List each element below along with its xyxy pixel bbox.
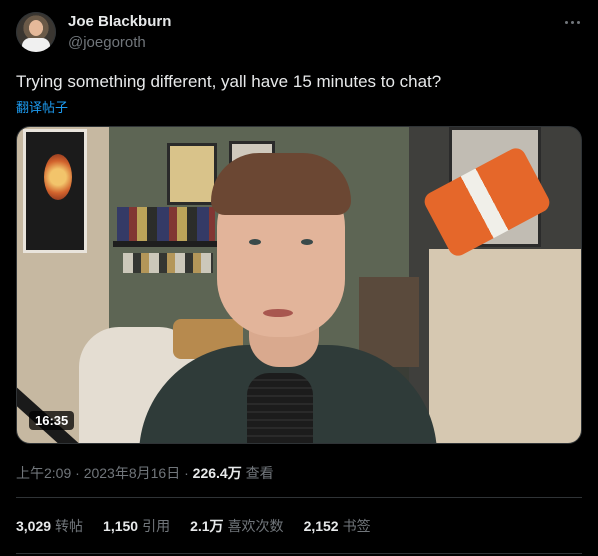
video-thumbnail — [17, 127, 581, 443]
stat-count: 2,152 — [303, 518, 339, 534]
scene-poster — [23, 129, 87, 253]
author-display-name[interactable]: Joe Blackburn — [68, 13, 171, 30]
more-options-button[interactable] — [560, 12, 584, 32]
avatar[interactable] — [16, 12, 56, 52]
engagement-stats: 3,029 转帖 1,150 引用 2.1万 喜欢次数 2,152 书签 — [16, 516, 371, 536]
video-duration-badge: 16:35 — [29, 411, 75, 430]
scene-shelf-items — [117, 207, 215, 241]
meta-separator: · — [180, 465, 193, 481]
stat-likes[interactable]: 2.1万 喜欢次数 — [190, 516, 283, 536]
divider — [16, 497, 582, 498]
views-count: 226.4万 — [192, 465, 242, 481]
scene-shelf-items — [123, 253, 213, 273]
tweet-date[interactable]: 2023年8月16日 — [84, 465, 181, 481]
stat-count: 3,029 — [16, 518, 52, 534]
more-horizontal-icon-dot — [576, 20, 580, 24]
stat-count: 1,150 — [103, 518, 139, 534]
scene-poster-art — [44, 154, 72, 200]
scene-wall-right-light — [429, 249, 581, 443]
stat-count: 2.1万 — [190, 518, 224, 534]
stat-reposts[interactable]: 3,029 转帖 — [16, 516, 83, 536]
scene-person-eye — [249, 239, 261, 245]
stat-bookmarks[interactable]: 2,152 书签 — [304, 516, 371, 536]
scene-person-hair — [211, 153, 351, 215]
divider — [16, 553, 582, 554]
more-horizontal-icon — [564, 20, 568, 24]
meta-separator: · — [71, 465, 84, 481]
scene-microphone — [247, 373, 313, 443]
tweet-text: Trying something different, yall have 15… — [16, 72, 442, 91]
avatar-shirt — [22, 38, 50, 52]
stat-label: 引用 — [142, 518, 171, 534]
stat-label: 书签 — [342, 518, 371, 534]
tweet-meta: 上午2:09 · 2023年8月16日 · 226.4万 查看 — [16, 463, 274, 483]
scene-picture-frame — [167, 143, 217, 205]
stat-label: 转帖 — [55, 518, 84, 534]
author-handle[interactable]: @joegoroth — [68, 34, 146, 51]
scene-person-mouth — [263, 309, 293, 317]
more-horizontal-icon-dot — [570, 20, 574, 24]
scene-person-eye — [301, 239, 313, 245]
stat-label: 喜欢次数 — [227, 518, 284, 534]
tweet-time[interactable]: 上午2:09 — [16, 465, 71, 481]
scene-shelf — [113, 241, 217, 247]
translate-post-link[interactable]: 翻译帖子 — [16, 97, 68, 116]
views-label: 查看 — [245, 465, 274, 481]
stat-quotes[interactable]: 1,150 引用 — [103, 516, 170, 536]
avatar-face — [29, 20, 43, 36]
video-player[interactable]: 16:35 — [16, 126, 582, 444]
